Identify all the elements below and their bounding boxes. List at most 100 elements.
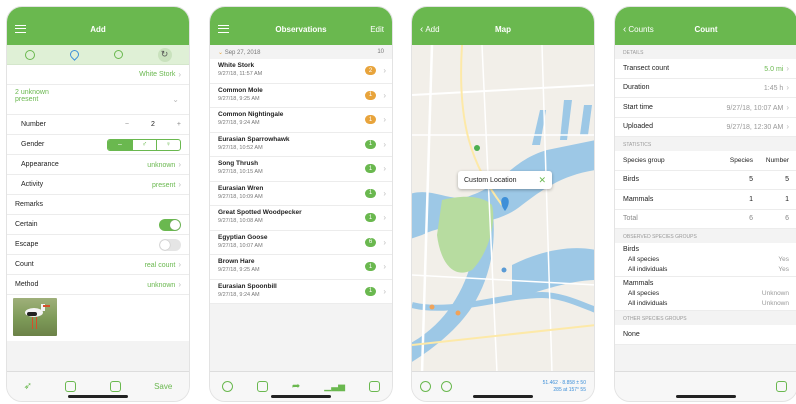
- observation-row[interactable]: Song Thrush 9/27/18, 10:15 AM 1 ›: [210, 157, 392, 182]
- settings-icon[interactable]: [221, 381, 233, 392]
- chevron-right-icon: ›: [178, 180, 181, 189]
- stork-photo[interactable]: [13, 298, 57, 336]
- statistics-row[interactable]: Mammals 1 1: [615, 190, 796, 210]
- summary-row[interactable]: 2 unknown present ⌄: [7, 85, 189, 115]
- chevron-right-icon: ›: [786, 63, 789, 73]
- nav-bar: Add: [7, 7, 189, 45]
- save-button[interactable]: Save: [154, 382, 172, 391]
- map-view[interactable]: [412, 45, 595, 373]
- chevron-right-icon: ›: [383, 115, 386, 124]
- chevron-down-icon: ⌄: [218, 49, 224, 56]
- export-icon[interactable]: [369, 381, 381, 392]
- observed-groups-section-header: Observed species groups: [615, 229, 796, 243]
- all-species-row: All species Unknown: [623, 290, 789, 297]
- gender-male-option[interactable]: ♂: [132, 139, 156, 150]
- remarks-field[interactable]: Remarks: [7, 195, 189, 215]
- observation-name: Song Thrush: [218, 160, 259, 167]
- observation-name: Common Nightingale: [218, 111, 284, 118]
- back-label: Add: [425, 24, 440, 34]
- activity-value: present: [151, 182, 176, 189]
- observation-date: 9/27/18, 10:08 AM: [218, 218, 263, 224]
- observation-row[interactable]: Common Mole 9/27/18, 9:25 AM 1 ›: [210, 83, 392, 108]
- search-icon[interactable]: [113, 50, 123, 59]
- observation-row[interactable]: Eurasian Spoonbill 9/27/18, 9:24 AM 1 ›: [210, 279, 392, 304]
- observation-row[interactable]: Common Nightingale 9/27/18, 9:24 AM 1 ›: [210, 108, 392, 133]
- observation-name: White Stork: [218, 62, 255, 69]
- share-icon[interactable]: ➦: [292, 381, 300, 392]
- escape-label: Escape: [15, 241, 39, 248]
- refresh-icon[interactable]: ↻: [157, 47, 172, 62]
- date-count: 10: [377, 49, 384, 55]
- detail-row[interactable]: Duration 1:45 h ›: [615, 78, 796, 98]
- navigation-arrow-icon[interactable]: ➶: [24, 381, 32, 392]
- detail-row[interactable]: Uploaded 9/27/18, 12:30 AM ›: [615, 117, 796, 137]
- detail-row[interactable]: Start time 9/27/18, 10:07 AM ›: [615, 98, 796, 118]
- detail-row[interactable]: Transect count 5.0 mi ›: [615, 59, 796, 79]
- location-pin-icon[interactable]: [67, 48, 81, 61]
- observation-name: Great Spotted Woodpecker: [218, 209, 302, 216]
- custom-location-callout[interactable]: Custom Location ✕: [458, 171, 552, 189]
- gender-unknown-option[interactable]: –: [108, 139, 132, 150]
- trash-icon[interactable]: [776, 381, 787, 392]
- nav-bar: Observations Edit: [210, 7, 392, 45]
- all-individuals-value: Yes: [778, 266, 789, 273]
- mode-tabs: ↻: [7, 45, 189, 65]
- escape-toggle[interactable]: [159, 238, 181, 251]
- observed-group: Birds All species Yes All individuals Yes: [615, 243, 796, 277]
- gallery-icon[interactable]: [109, 381, 121, 392]
- species-group-cell: Mammals: [623, 195, 654, 203]
- observation-row[interactable]: Brown Hare 9/27/18, 9:25 AM 1 ›: [210, 255, 392, 280]
- observation-date: 9/27/18, 9:25 AM: [218, 267, 260, 273]
- detail-value: 9/27/18, 10:07 AM: [726, 104, 784, 112]
- home-indicator: [68, 395, 128, 398]
- menu-icon[interactable]: [218, 25, 229, 33]
- appearance-row[interactable]: Appearance unknown ›: [7, 155, 189, 175]
- back-label: Counts: [628, 24, 654, 34]
- other-groups-section-header: Other species groups: [615, 311, 796, 325]
- escape-row: Escape: [7, 235, 189, 255]
- observation-date: 9/27/18, 9:24 AM: [218, 120, 260, 126]
- back-button[interactable]: ‹ Counts: [623, 24, 654, 35]
- back-button[interactable]: ‹ Add: [420, 24, 440, 35]
- gender-segmented-control: – ♂ ♀: [107, 138, 181, 151]
- all-species-value: Unknown: [761, 290, 789, 297]
- date-section-header[interactable]: ⌄ Sep 27, 2018 10: [210, 45, 392, 59]
- chart-icon[interactable]: ▁▃▅: [324, 381, 345, 392]
- decrement-button[interactable]: −: [125, 121, 129, 128]
- camera-icon[interactable]: [65, 381, 77, 392]
- statistics-row[interactable]: Birds 5 5: [615, 170, 796, 190]
- activity-row[interactable]: Activity present ›: [7, 175, 189, 195]
- crosshair-icon[interactable]: [441, 381, 452, 392]
- method-row[interactable]: Method unknown ›: [7, 275, 189, 295]
- trash-icon[interactable]: [256, 381, 268, 392]
- chevron-right-icon: ›: [383, 66, 386, 75]
- edit-button[interactable]: Edit: [370, 25, 384, 34]
- observation-row[interactable]: Great Spotted Woodpecker 9/27/18, 10:08 A…: [210, 206, 392, 231]
- count-badge: 1: [365, 286, 376, 296]
- certain-toggle[interactable]: [159, 218, 181, 231]
- settings-icon[interactable]: [420, 381, 431, 392]
- observation-row[interactable]: Egyptian Goose 9/27/18, 10:07 AM 6 ›: [210, 230, 392, 255]
- count-value: real count: [144, 262, 176, 269]
- observation-row[interactable]: Eurasian Wren 9/27/18, 10:09 AM 1 ›: [210, 181, 392, 206]
- close-icon[interactable]: ✕: [538, 175, 546, 186]
- menu-icon[interactable]: [15, 25, 26, 33]
- increment-button[interactable]: +: [177, 121, 181, 128]
- species-row[interactable]: White Stork ›: [7, 65, 189, 85]
- count-badge: 1: [365, 164, 376, 173]
- clock-icon[interactable]: [24, 49, 35, 60]
- column-header-number: Number: [765, 156, 789, 164]
- count-row[interactable]: Count real count ›: [7, 255, 189, 275]
- chevron-right-icon: ›: [383, 213, 386, 222]
- gender-female-option[interactable]: ♀: [156, 139, 180, 150]
- observation-row[interactable]: White Stork 9/27/18, 11:57 AM 2 ›: [210, 59, 392, 84]
- statistics-row: Total 6 6: [615, 209, 796, 229]
- number-cell: 6: [785, 215, 789, 223]
- observation-date: 9/27/18, 10:15 AM: [218, 169, 263, 175]
- observation-row[interactable]: Eurasian Sparrowhawk 9/27/18, 10:52 AM 1 ›: [210, 132, 392, 157]
- chevron-down-icon[interactable]: ⌄: [172, 95, 179, 104]
- coordinate-readout: 51.462 · 8.858 ± 50 285 at 157° 55: [543, 380, 586, 393]
- species-value: White Stork: [139, 71, 176, 78]
- all-species-row: All species Yes: [623, 256, 789, 263]
- all-species-label: All species: [628, 290, 660, 297]
